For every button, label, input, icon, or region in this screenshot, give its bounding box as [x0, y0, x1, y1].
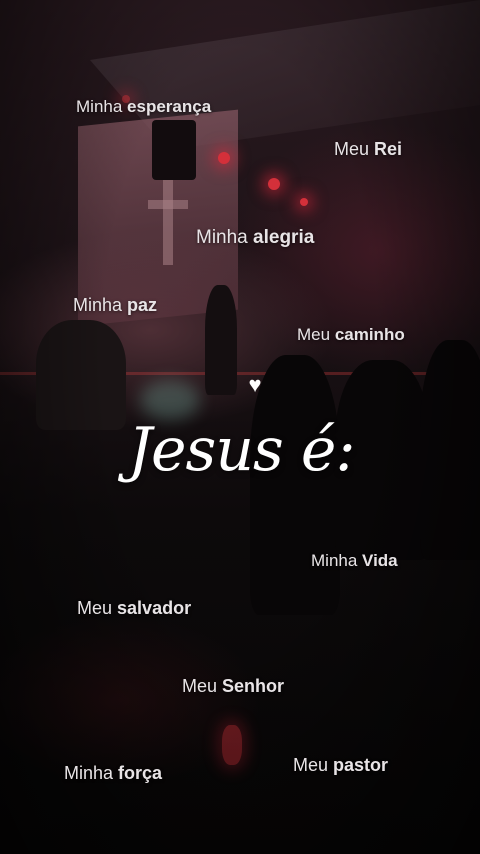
worship-photo-background: Minha esperança Meu Rei Minha alegria Mi… — [0, 0, 480, 854]
page-title: Jesus é: — [128, 415, 356, 485]
heart-icon: ♥ — [248, 372, 262, 397]
phrase-caminho: Meu caminho — [297, 325, 405, 344]
phrase-salvador: Meu salvador — [77, 598, 192, 618]
phrase-vida: Minha Vida — [311, 551, 398, 570]
phrase-rei: Meu Rei — [334, 139, 403, 159]
phrase-senhor: Meu Senhor — [182, 676, 285, 696]
phrase-alegria: Minha alegria — [196, 227, 315, 248]
phrase-pastor: Meu pastor — [293, 755, 389, 775]
phrase-paz: Minha paz — [73, 295, 158, 315]
phrase-esperanca: Minha esperança — [76, 97, 212, 116]
phrase-forca: Minha força — [64, 763, 163, 783]
